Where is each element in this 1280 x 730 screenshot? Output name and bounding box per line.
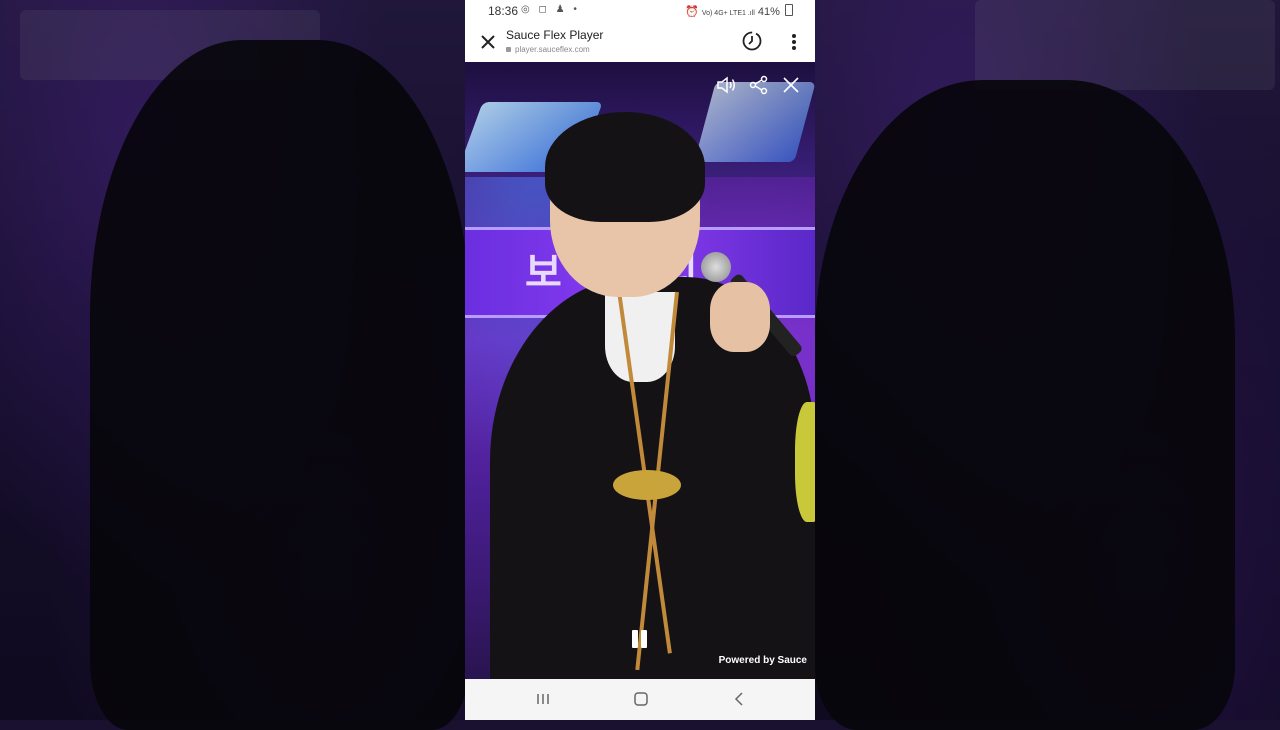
system-icons: ⏰ Vo) 4G+ LTE1 .ıll 41%	[685, 4, 793, 18]
video-player[interactable]: 보 인 리	[465, 62, 815, 679]
history-icon	[742, 31, 762, 51]
recent-apps-button[interactable]	[531, 689, 555, 709]
url-text: player.sauceflex.com	[515, 45, 590, 54]
smiley-patch	[613, 470, 681, 500]
close-icon	[481, 35, 495, 49]
pause-icon	[632, 630, 638, 648]
android-navigation-bar	[465, 679, 815, 720]
home-button[interactable]	[629, 689, 653, 709]
volume-button[interactable]	[715, 74, 737, 96]
performer-shirt	[605, 292, 675, 382]
close-icon	[783, 77, 799, 93]
pause-icon	[641, 630, 647, 648]
background-blur-right	[815, 0, 1280, 730]
powered-by-label: Powered by Sauce	[718, 655, 807, 666]
notification-icons: ◎ ◻ ♟ •	[521, 4, 580, 15]
status-time: 18:36	[488, 4, 519, 18]
volume-icon	[717, 76, 735, 94]
home-icon	[634, 692, 648, 706]
lock-icon	[506, 47, 511, 52]
network-indicator: Vo) 4G+ LTE1 .ıll	[701, 10, 755, 17]
status-bar: 18:36 ◎ ◻ ♟ • ⏰ Vo) 4G+ LTE1 .ıll 41%	[465, 0, 815, 22]
performer-hair	[545, 112, 705, 222]
page-title: Sauce Flex Player	[506, 28, 604, 42]
share-icon	[749, 75, 768, 95]
back-button[interactable]	[727, 689, 751, 709]
microphone-head	[701, 252, 731, 282]
battery-icon	[785, 4, 793, 16]
phone-screen: 18:36 ◎ ◻ ♟ • ⏰ Vo) 4G+ LTE1 .ıll 41% Sa…	[465, 0, 815, 720]
second-performer-edge	[795, 402, 815, 522]
pause-button[interactable]	[629, 628, 651, 650]
background-sign	[975, 0, 1275, 90]
close-player-button[interactable]	[780, 74, 802, 96]
battery-level: 41%	[757, 6, 780, 18]
close-tab-button[interactable]	[477, 31, 499, 53]
background-blur-left	[0, 0, 470, 730]
more-vert-icon	[792, 34, 796, 50]
performer-hand	[710, 282, 770, 352]
page-url: player.sauceflex.com	[506, 45, 590, 54]
background-figure	[90, 40, 470, 730]
back-icon	[734, 692, 743, 706]
recent-apps-icon	[537, 694, 549, 704]
history-button[interactable]	[741, 30, 763, 52]
alarm-icon: ⏰	[685, 6, 699, 18]
more-options-button[interactable]	[784, 31, 804, 53]
background-figure	[815, 80, 1235, 730]
browser-toolbar: Sauce Flex Player player.sauceflex.com	[465, 22, 815, 63]
share-button[interactable]	[748, 74, 770, 96]
